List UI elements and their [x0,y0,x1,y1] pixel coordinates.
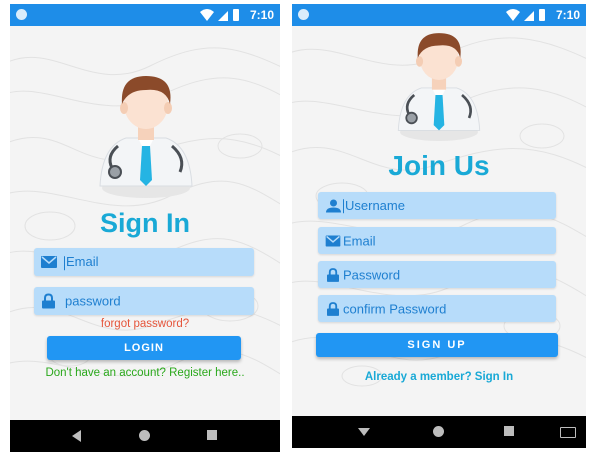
confirm-password-field[interactable]: confirm Password [318,295,556,322]
email-field[interactable]: Email [34,248,254,276]
back-icon[interactable] [72,430,81,442]
password-field[interactable]: Password [318,261,556,288]
signal-icon [218,11,228,21]
signin-link[interactable]: Already a member? Sign In [292,371,586,383]
notification-icon [298,9,309,20]
navigation-bar [10,420,280,452]
signal-icon [524,11,534,21]
recents-icon[interactable] [504,426,514,436]
confirm-password-placeholder: confirm Password [343,301,447,316]
password-placeholder: password [65,293,121,309]
doctor-avatar-icon [99,76,193,198]
email-field[interactable]: Email [318,227,556,254]
person-icon [326,199,341,212]
mail-icon [41,256,57,268]
notification-icon [16,9,27,20]
wifi-icon [506,9,520,21]
home-icon[interactable] [139,430,150,441]
status-icons [200,9,239,21]
forgot-password-link[interactable]: forgot password? [10,318,280,330]
battery-icon [233,9,239,21]
password-placeholder: Password [343,267,401,282]
status-time: 7:10 [249,8,274,22]
recents-icon[interactable] [207,430,217,440]
lock-icon [42,293,55,309]
home-icon[interactable] [433,426,444,437]
login-button[interactable]: LOGIN [47,336,241,360]
lock-icon [327,301,339,316]
doctor-avatar-icon [397,33,481,141]
text-cursor [343,199,344,214]
wifi-icon [200,9,214,21]
status-time: 7:10 [555,8,580,22]
page-title: Sign In [100,208,190,238]
email-placeholder: Email [66,254,99,270]
navigation-bar [292,416,586,448]
page-title: Join Us [388,150,490,181]
status-bar: 7:10 [292,4,586,26]
lock-icon [327,267,339,282]
username-field[interactable]: Username [318,192,556,219]
mail-icon [325,235,341,246]
back-icon[interactable] [358,428,370,436]
register-link[interactable]: Don't have an account? Register here.. [10,367,280,379]
signup-button[interactable]: SIGN UP [316,333,558,357]
status-icons [506,9,545,21]
signup-screen: 7:10 Join Us Username Email Password con… [292,4,586,448]
username-placeholder: Username [345,197,405,213]
status-bar: 7:10 [10,4,280,26]
battery-icon [539,9,545,21]
password-field[interactable]: password [34,287,254,315]
signin-screen: 7:10 Sign In Email password forgot passw… [10,4,280,452]
text-cursor [64,255,65,270]
email-placeholder: Email [343,233,376,248]
keyboard-icon[interactable] [560,427,576,438]
